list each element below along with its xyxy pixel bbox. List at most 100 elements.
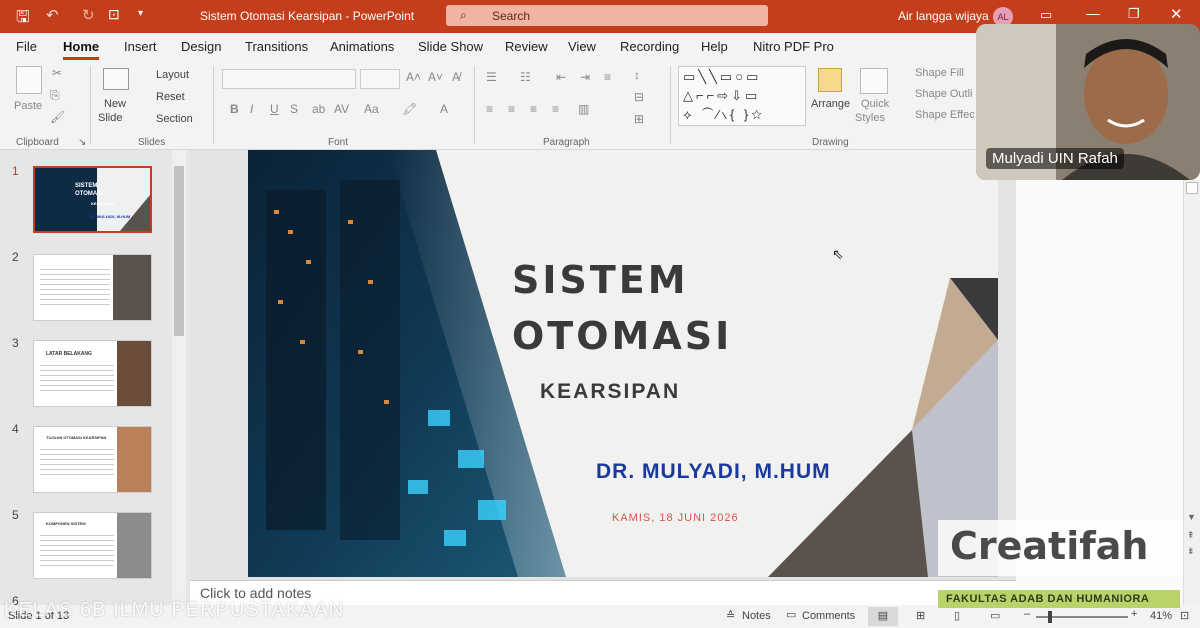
notes-toggle-button[interactable]: Notes [742, 610, 771, 622]
cut-icon[interactable]: ✂ [52, 66, 62, 80]
slide-author[interactable]: DR. MULYADI, M.HUM [596, 460, 831, 484]
zoom-slider-thumb[interactable] [1048, 611, 1052, 623]
tab-transitions[interactable]: Transitions [245, 39, 308, 54]
notes-toggle-icon[interactable]: ≙ [726, 609, 735, 622]
tab-animations[interactable]: Animations [330, 39, 394, 54]
scroll-thumb[interactable] [174, 166, 184, 336]
shrink-font-icon[interactable]: A˅ [428, 70, 443, 84]
quick-styles-button[interactable]: Quick [861, 98, 889, 110]
paste-button[interactable]: Paste [14, 100, 42, 112]
redo-icon[interactable]: ↻ [82, 6, 95, 24]
tab-insert[interactable]: Insert [124, 39, 157, 54]
previous-slide-icon[interactable]: ⇞ [1187, 530, 1195, 541]
center-icon[interactable]: ≡ [508, 102, 515, 116]
bullets-icon[interactable]: ☰ [486, 70, 497, 84]
clipboard-launcher-icon[interactable]: ↘ [78, 137, 86, 148]
shape-effects-button[interactable]: Shape Effec [915, 109, 975, 121]
smartart-icon[interactable]: ⊞ [634, 112, 644, 126]
undo-icon[interactable]: ↶ [46, 6, 59, 24]
justify-icon[interactable]: ≡ [552, 102, 559, 116]
vertical-scrollbar[interactable]: ▼ ⇞ ⇟ [1183, 180, 1200, 605]
zoom-level[interactable]: 41% [1150, 610, 1172, 622]
line-spacing-icon[interactable]: ≡ [604, 70, 611, 84]
minimize-icon[interactable]: — [1086, 5, 1100, 21]
grow-font-icon[interactable]: A˄ [406, 70, 421, 84]
new-slide-button-line2[interactable]: Slide [98, 112, 122, 124]
paste-icon[interactable] [16, 66, 42, 94]
section-button[interactable]: Section [156, 113, 193, 125]
increase-indent-icon[interactable]: ⇥ [580, 70, 590, 84]
tab-slide-show[interactable]: Slide Show [418, 39, 483, 54]
arrange-icon[interactable] [818, 68, 842, 92]
quick-styles-icon[interactable] [860, 68, 888, 94]
tab-home[interactable]: Home [63, 39, 99, 54]
restore-icon[interactable]: ❐ [1128, 6, 1140, 22]
arrange-button[interactable]: Arrange [811, 98, 850, 110]
ribbon-display-icon[interactable]: ▭ [1040, 7, 1052, 23]
tab-help[interactable]: Help [701, 39, 728, 54]
slide-thumbnail[interactable]: KOMPONEN SISTEM [33, 512, 152, 579]
font-name-combo[interactable] [222, 69, 356, 89]
align-right-icon[interactable]: ≡ [530, 102, 537, 116]
tab-nitro-pdf[interactable]: Nitro PDF Pro [753, 39, 834, 54]
align-left-icon[interactable]: ≡ [486, 102, 493, 116]
copy-icon[interactable]: ⎘ [50, 88, 60, 103]
align-text-icon[interactable]: ⊟ [634, 90, 644, 104]
reading-view-icon[interactable]: ▯ [954, 609, 960, 622]
clear-format-icon[interactable]: A̸ [452, 70, 460, 84]
numbering-icon[interactable]: ☷ [520, 70, 531, 84]
fit-to-window-icon[interactable]: ⊡ [1180, 609, 1189, 622]
slide-subtitle[interactable]: KEARSIPAN [540, 380, 680, 404]
slide-thumbnail[interactable]: LATAR BELAKANG [33, 340, 152, 407]
new-slide-button[interactable]: New [104, 98, 126, 110]
slide-sorter-icon[interactable]: ⊞ [916, 609, 925, 622]
layout-button[interactable]: Layout [156, 69, 189, 81]
shadow-icon[interactable]: ab [312, 102, 325, 116]
search-box[interactable]: ⌕ Search [446, 5, 768, 26]
zoom-out-icon[interactable]: – [1024, 608, 1030, 620]
comments-button[interactable]: Comments [802, 610, 855, 622]
reset-button[interactable]: Reset [156, 91, 185, 103]
shapes-gallery[interactable]: ▭╲╲▭○▭ △⌐⌐⇨⇩▭ ⟡ ⁀∕∖{ }☆ [678, 66, 806, 126]
slide-thumbnail[interactable]: SISTEM OTOMASI KEARSIPAN DR. MULYADI, M.… [33, 166, 152, 233]
tab-view[interactable]: View [568, 39, 596, 54]
slide-date[interactable]: KAMIS, 18 JUNI 2026 [612, 512, 739, 524]
next-slide-icon[interactable]: ⇟ [1187, 546, 1195, 557]
decrease-indent-icon[interactable]: ⇤ [556, 70, 566, 84]
bold-icon[interactable]: B [230, 102, 239, 116]
slideshow-view-icon[interactable]: ▭ [990, 609, 1000, 622]
text-direction-icon[interactable]: ↕ [634, 68, 640, 82]
tab-design[interactable]: Design [181, 39, 221, 54]
close-icon[interactable]: ✕ [1170, 5, 1183, 23]
shape-fill-button[interactable]: Shape Fill [915, 67, 964, 79]
comments-icon[interactable]: ▭ [786, 608, 796, 621]
highlight-icon[interactable]: 🖍 [402, 102, 417, 116]
tab-file[interactable]: File [16, 39, 37, 54]
zoom-in-icon[interactable]: + [1131, 608, 1137, 620]
columns-icon[interactable]: ▥ [578, 102, 589, 116]
slide-thumbnail[interactable] [33, 254, 152, 321]
change-case-icon[interactable]: Aa [364, 102, 379, 116]
customize-qat-icon[interactable]: ▾ [138, 8, 143, 19]
zoom-slider[interactable] [1036, 611, 1128, 623]
format-painter-icon[interactable]: 🖌 [50, 110, 65, 124]
shape-outline-button[interactable]: Shape Outli [915, 88, 972, 100]
quick-styles-button-line2[interactable]: Styles [855, 112, 885, 124]
tab-review[interactable]: Review [505, 39, 548, 54]
new-slide-icon[interactable] [103, 68, 129, 90]
italic-icon[interactable]: I [250, 102, 253, 116]
normal-view-icon[interactable]: ▤ [868, 607, 898, 626]
thumb-scrollbar[interactable] [172, 150, 186, 605]
slide-thumbnail[interactable]: TUJUAN OTOMASI KEARSIPAN [33, 426, 152, 493]
save-icon[interactable]: 🖫 [16, 6, 30, 33]
scroll-down-icon[interactable]: ▼ [1187, 512, 1196, 522]
slide-canvas[interactable]: SISTEM OTOMASI KEARSIPAN DR. MULYADI, M.… [248, 150, 998, 577]
font-color-icon[interactable]: A [440, 102, 448, 116]
present-icon[interactable]: ⊡ [108, 6, 120, 23]
slide-title-line1[interactable]: SISTEM [512, 258, 689, 302]
underline-icon[interactable]: U [270, 102, 279, 116]
strikethrough-icon[interactable]: S [290, 102, 298, 116]
tab-recording[interactable]: Recording [620, 39, 679, 54]
slide-title-line2[interactable]: OTOMASI [512, 314, 732, 358]
font-size-combo[interactable] [360, 69, 400, 89]
